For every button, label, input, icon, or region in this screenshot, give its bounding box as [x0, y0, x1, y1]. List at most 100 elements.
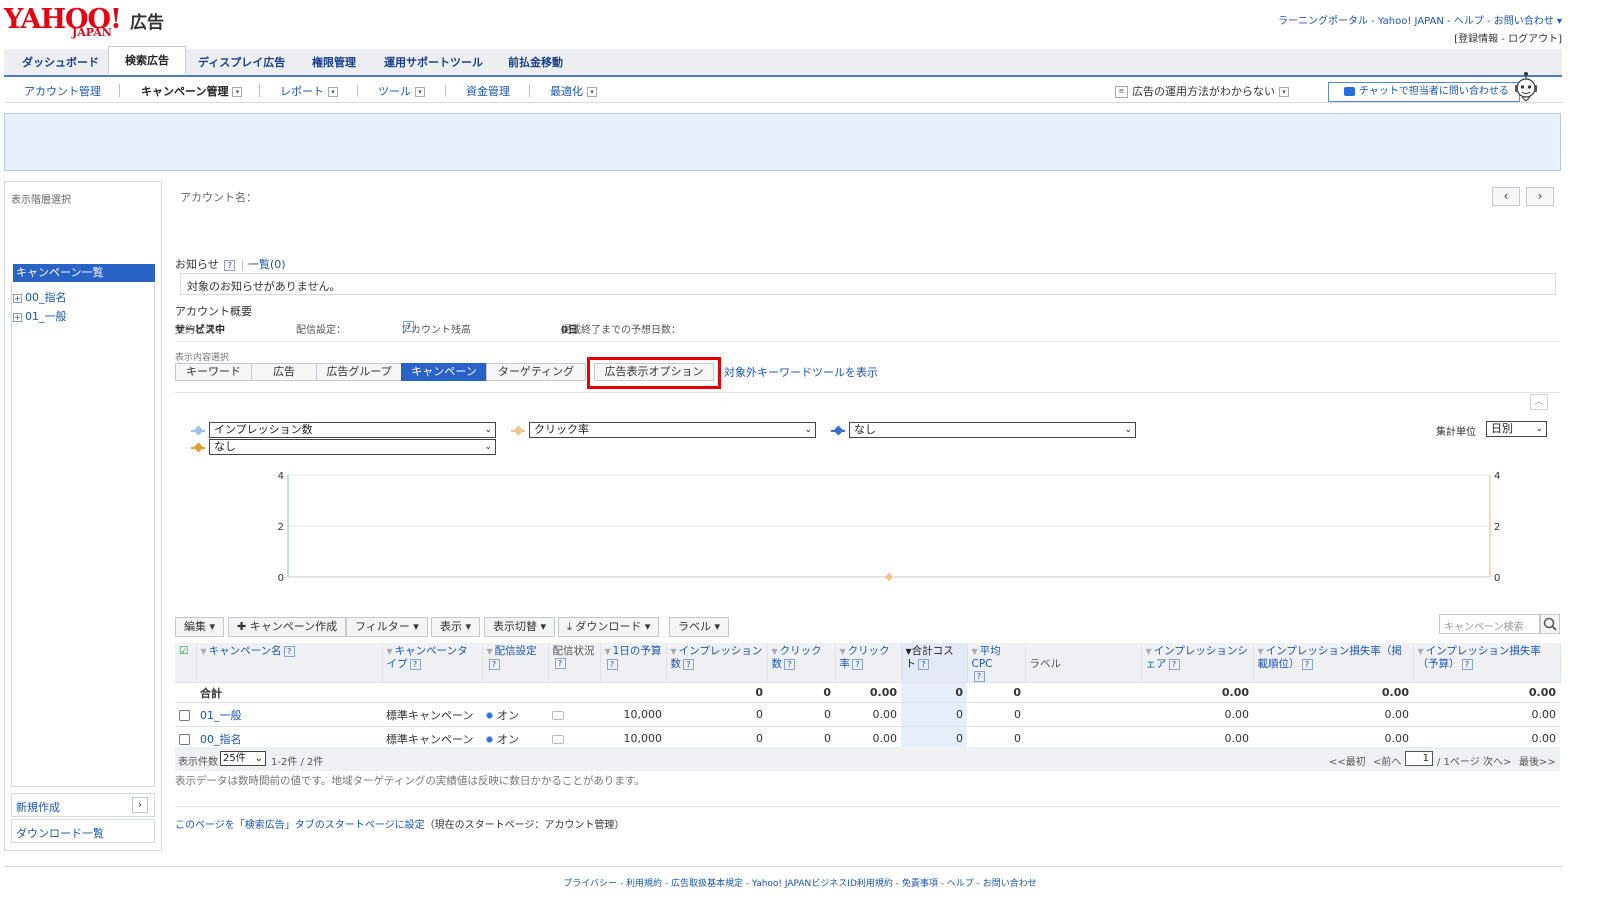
delivery-setting-label: 配信設定：	[296, 325, 346, 336]
tree-item-campaign[interactable]: +01_一般	[13, 308, 67, 324]
metric2-marker-icon	[511, 425, 525, 436]
metric1-select[interactable]: インプレッション数 ⌄	[209, 422, 496, 438]
tree-item-campaign[interactable]: +00_指名	[13, 289, 67, 305]
new-create-button[interactable]: 新規作成 ›	[11, 793, 155, 817]
campaign-search-input[interactable]: キャンペーン検索	[1439, 614, 1540, 634]
col-avg-cpc[interactable]: ▼ 平均CPC?	[967, 643, 1026, 683]
negative-keyword-tool-link[interactable]: 対象外キーワードツールを表示	[724, 364, 878, 380]
create-campaign-label: キャンペーン作成	[249, 620, 338, 633]
start-page-setting: このページを「検索広告」タブのスタートページに設定（現在のスタートページ：アカウ…	[175, 816, 624, 831]
chevron-down-icon: ⌄	[1535, 424, 1543, 434]
tab-dashboard[interactable]: ダッシュボード	[6, 49, 115, 76]
divider: |	[240, 258, 245, 271]
delivery-setting[interactable]: オン	[482, 702, 548, 727]
nav-optimize[interactable]: 最適化 ▾	[550, 83, 597, 99]
prev-page-link[interactable]: <前へ	[1373, 753, 1401, 768]
create-campaign-button[interactable]: ✚ キャンペーン作成	[228, 617, 347, 637]
clicks: 0	[767, 702, 835, 727]
tab-display-ads[interactable]: ディスプレイ広告	[182, 49, 301, 76]
daily-budget[interactable]: 10,000	[600, 702, 666, 727]
top-links[interactable]: ラーニングポータル - Yahoo! JAPAN - ヘルプ - お問い合わせ …	[1278, 12, 1562, 27]
metric3-select[interactable]: なし ⌄	[849, 422, 1136, 438]
prev-account-button[interactable]: ‹	[1492, 187, 1520, 206]
chevron-down-icon: ⌄	[484, 425, 492, 435]
display-button[interactable]: 表示 ▾	[431, 617, 481, 637]
col-impression-share[interactable]: ▼ インプレッションシェア?	[1141, 643, 1254, 683]
hierarchy-sidebar: 表示階層選択 キャンペーン一覧 +00_指名 +01_一般 新規作成 › ダウンロ…	[4, 181, 162, 851]
col-delivery-setting[interactable]: ▼ 配信設定?	[482, 643, 549, 683]
page-number-input[interactable]: 1	[1405, 751, 1433, 766]
nav-divider	[259, 84, 260, 97]
next-account-button[interactable]: ›	[1526, 187, 1554, 206]
help-label: 広告の運用方法がわからない	[1132, 85, 1275, 98]
edit-button[interactable]: 編集 ▾	[175, 617, 225, 637]
nav-account-management[interactable]: アカウント管理	[24, 83, 101, 99]
filter-button[interactable]: フィルター ▾	[346, 617, 428, 637]
next-page-link[interactable]: 次へ>	[1483, 753, 1511, 768]
first-page-link[interactable]: <<最初	[1329, 753, 1366, 768]
view-tab-campaign[interactable]: キャンペーン	[401, 363, 487, 381]
notice-message: 対象のお知らせがありません。	[180, 273, 1556, 295]
tab-search-ads[interactable]: 検索広告	[108, 46, 186, 75]
help-icon[interactable]: ?	[224, 259, 236, 271]
view-tab-ad[interactable]: 広告	[251, 363, 317, 381]
table-row: 01_一般 標準キャンペーン オン 10,000 0 0 0.00 0 0 0.…	[175, 702, 1560, 727]
tab-prepaid-transfer[interactable]: 前払金移動	[492, 49, 579, 76]
view-tab-targeting[interactable]: ターゲティング	[486, 363, 586, 381]
col-impressions[interactable]: ▼ インプレッション数?	[666, 643, 768, 683]
tab-support-tools[interactable]: 運用サポートツール	[368, 49, 499, 76]
sidebar-item-campaign-list[interactable]: キャンペーン一覧	[13, 264, 155, 282]
metric4-select[interactable]: なし ⌄	[209, 439, 496, 455]
nav-campaign-management[interactable]: キャンペーン管理 ▾	[141, 83, 243, 99]
collapse-chart-button[interactable]: ︿	[1530, 394, 1548, 410]
nav-funds[interactable]: 資金管理	[466, 83, 510, 99]
row-checkbox[interactable]	[179, 709, 190, 721]
tab-permissions[interactable]: 権限管理	[296, 49, 372, 76]
nav-tool[interactable]: ツール ▾	[378, 83, 425, 99]
col-campaign-type[interactable]: ▼ キャンペーンタイプ?	[382, 643, 483, 683]
view-tab-ad-group[interactable]: 広告グループ	[316, 363, 402, 381]
col-campaign-name[interactable]: ▼ キャンペーン名?	[196, 643, 383, 683]
expand-icon[interactable]: +	[13, 294, 22, 303]
chat-label: チャットで担当者に問い合わせる	[1359, 86, 1509, 97]
chevron-down-icon: ⌄	[804, 425, 812, 435]
nav-report-label: レポート	[280, 85, 324, 98]
col-clicks[interactable]: ▼ クリック数?	[767, 643, 836, 683]
col-ctr[interactable]: ▼ クリック率?	[835, 643, 902, 683]
footer-links[interactable]: プライバシー - 利用規約 - 広告取扱基本規定 - Yahoo! JAPANビ…	[0, 876, 1600, 889]
expand-icon[interactable]: +	[13, 313, 22, 322]
select-all-checkbox[interactable]: ☑	[175, 643, 197, 683]
total-avg-cpc: 0	[967, 682, 1025, 703]
yahoo-ads-logo[interactable]: YAHOO! JAPAN 広告	[4, 4, 164, 39]
label-button[interactable]: ラベル ▾	[669, 617, 730, 637]
col-lost-budget[interactable]: ▼ インプレッション損失率（予算）?	[1413, 643, 1561, 683]
page-size-select[interactable]: 25件 ⌄	[220, 751, 266, 766]
chat-button[interactable]: チャットで担当者に問い合わせる	[1328, 82, 1520, 102]
account-summary-title: アカウント概要	[175, 305, 252, 318]
nav-report[interactable]: レポート ▾	[280, 83, 338, 99]
help-dropdown[interactable]: ≡ 広告の運用方法がわからない ▾	[1115, 83, 1289, 99]
set-start-page-link[interactable]: このページを「検索広告」タブのスタートページに設定	[175, 820, 425, 831]
metric2-select[interactable]: クリック率 ⌄	[529, 422, 816, 438]
display-switch-button[interactable]: 表示切替 ▾	[484, 617, 556, 637]
search-button[interactable]	[1540, 614, 1560, 634]
total-cost: 0	[901, 702, 967, 727]
aggregation-unit-select[interactable]: 日別 ⌄	[1486, 421, 1547, 437]
total-label: 合計	[196, 682, 382, 703]
col-lost-rank[interactable]: ▼ インプレッション損失率（掲載順位）?	[1253, 643, 1414, 683]
row-checkbox[interactable]	[179, 733, 190, 745]
view-tab-keyword[interactable]: キーワード	[175, 363, 252, 381]
campaign-name-link[interactable]: 01_一般	[196, 702, 382, 727]
download-list-link[interactable]: ダウンロード一覧	[11, 819, 155, 843]
notice-list-link[interactable]: 一覧(0)	[248, 258, 286, 271]
account-links[interactable]: [登録情報 - ログアウト]	[1454, 30, 1562, 45]
download-label: ダウンロード	[575, 620, 642, 633]
metric3-marker-icon	[831, 425, 845, 436]
download-button[interactable]: ⤓ ダウンロード ▾	[558, 617, 660, 637]
total-row: 合計 0 0 0.00 0 0 0.00 0.00 0.00	[175, 682, 1560, 703]
last-page-link[interactable]: 最後>>	[1519, 753, 1556, 768]
chevron-right-icon: ›	[132, 797, 148, 813]
page-total: / 1ページ	[1437, 757, 1480, 768]
col-total-cost[interactable]: ▼合計コスト?	[901, 643, 968, 683]
col-daily-budget[interactable]: ▼ 1日の予算?	[600, 643, 667, 683]
